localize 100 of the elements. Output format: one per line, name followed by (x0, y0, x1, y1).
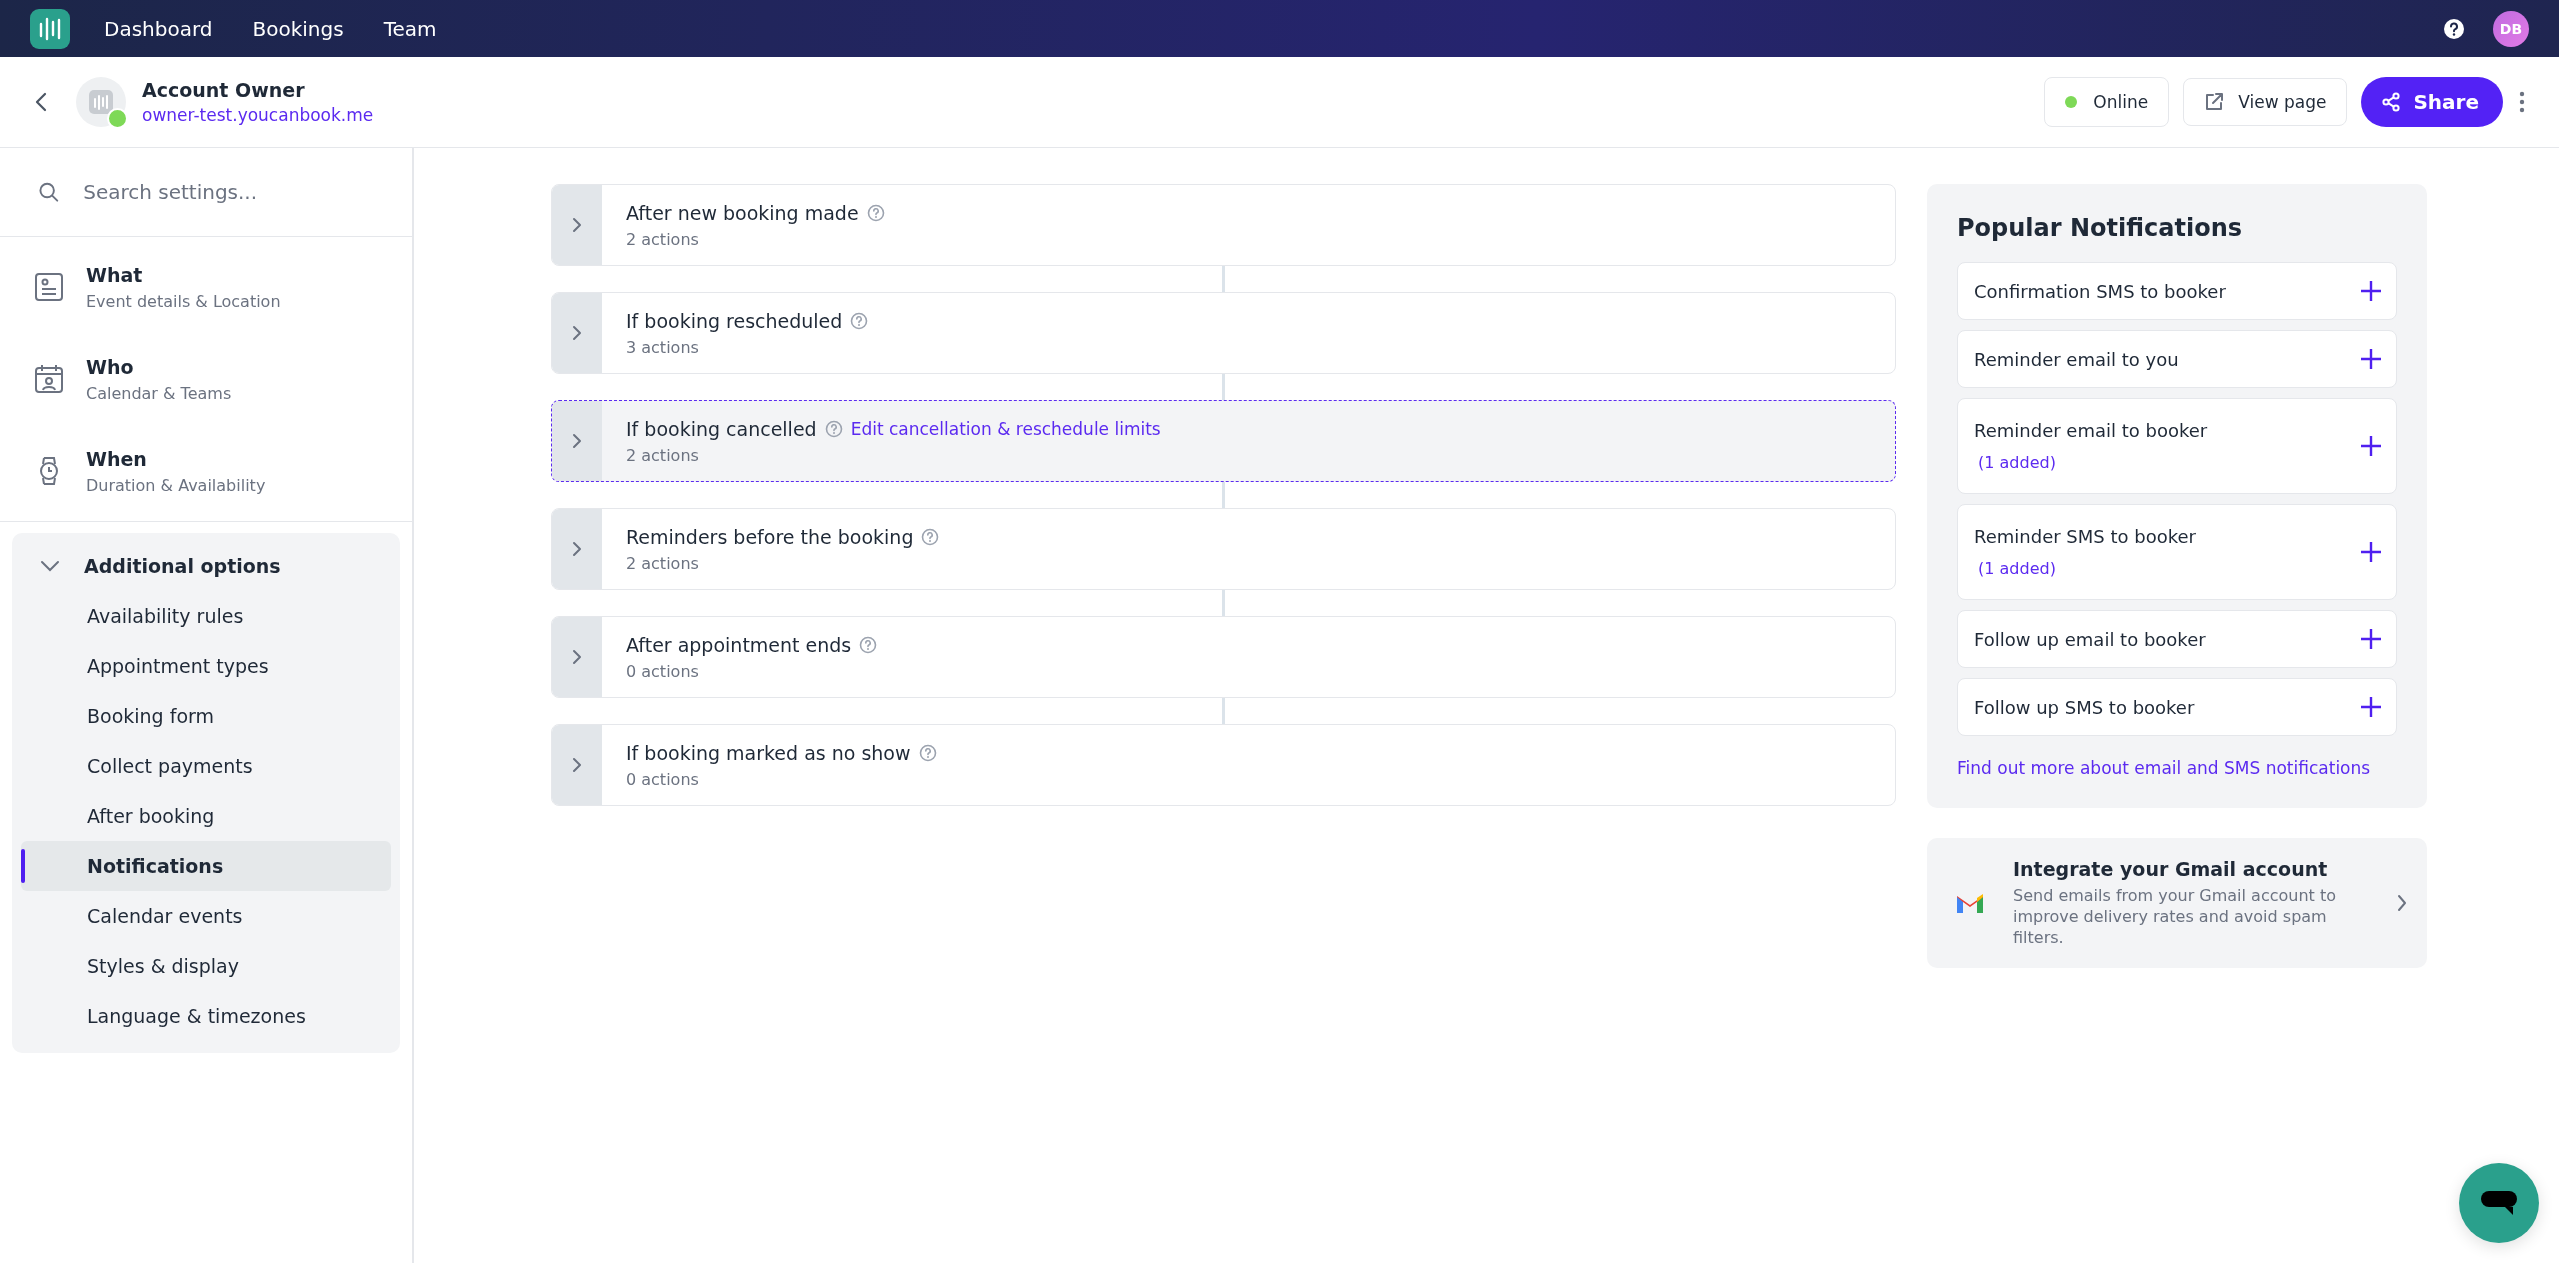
notification-option[interactable]: Follow up SMS to booker (1957, 678, 2397, 736)
page-url-link[interactable]: owner-test.youcanbook.me (142, 105, 374, 125)
help-icon (850, 311, 869, 330)
external-link-icon (2204, 92, 2225, 112)
status-label: Online (2093, 92, 2149, 112)
help-icon (2443, 17, 2465, 40)
add-icon (2360, 696, 2382, 718)
account-name: Account Owner (142, 79, 306, 101)
menu-item[interactable]: Styles & display (21, 941, 391, 991)
trigger-card[interactable]: After new booking made 2 actions (551, 184, 1896, 266)
add-icon (2360, 280, 2382, 302)
settings-section[interactable]: Who Calendar & Teams (0, 333, 412, 425)
menu-item[interactable]: Notifications (21, 841, 391, 891)
menu-item[interactable]: Calendar events (21, 891, 391, 941)
gmail-description: Send emails from your Gmail account to improve delivery rates and avoid spam filters. (2013, 886, 2337, 949)
back-icon (34, 91, 48, 113)
mail-icon (1955, 891, 1985, 916)
logo-icon[interactable] (30, 8, 70, 49)
option-label: Follow up email to booker (1974, 628, 2207, 650)
notification-option[interactable]: Reminder email to booker (1 added) (1957, 398, 2397, 494)
chevron-icon (2397, 894, 2407, 913)
trigger-card[interactable]: If booking marked as no show 0 actions (551, 724, 1896, 806)
trigger-title: Reminders before the booking (626, 525, 914, 548)
calendar-icon (34, 364, 64, 394)
notification-option[interactable]: Reminder SMS to booker (1 added) (1957, 504, 2397, 600)
nav-link[interactable]: Team (383, 16, 437, 41)
action-count: 0 actions (626, 769, 700, 789)
gmail-card[interactable]: Integrate your Gmail account Send emails from your Gmail account to improve delivery rates and avoid spam filters. (1927, 838, 2427, 969)
menu-item[interactable]: Collect payments (21, 741, 391, 791)
option-label: Follow up SMS to booker (1974, 696, 2196, 718)
document-icon (34, 272, 64, 302)
added-count: (1 added) (1977, 559, 2057, 578)
logo-icon (89, 90, 113, 114)
notification-option[interactable]: Confirmation SMS to booker (1957, 262, 2397, 320)
chevron-icon (572, 325, 582, 341)
options-heading[interactable]: Additional options (84, 555, 281, 577)
share-button[interactable]: Share (2361, 77, 2503, 127)
trigger-card[interactable]: Reminders before the booking 2 actions (551, 508, 1896, 590)
search-field[interactable]: Search settings... (81, 179, 374, 205)
section-title: Who (86, 355, 135, 378)
trigger-title: If booking marked as no show (626, 741, 911, 764)
trigger-card[interactable]: After appointment ends 0 actions (551, 616, 1896, 698)
expand-toggle[interactable] (552, 617, 602, 697)
settings-section[interactable]: When Duration & Availability (0, 425, 412, 517)
help-icon (918, 743, 937, 762)
section-subtitle: Event details & Location (86, 291, 281, 311)
menu-item[interactable]: Availability rules (21, 591, 391, 641)
add-icon (2360, 435, 2382, 457)
action-count: 2 actions (626, 553, 700, 573)
nav-link[interactable]: Bookings (252, 16, 344, 41)
panel-title: Popular Notifications (1957, 214, 2243, 242)
view-page-button[interactable]: View page (2183, 78, 2348, 126)
chevron-icon (572, 433, 582, 449)
chevron-icon (572, 217, 582, 233)
action-count: 2 actions (626, 445, 700, 465)
help-icon (866, 203, 885, 222)
gmail-title: Integrate your Gmail account (2013, 858, 2329, 880)
section-title: What (86, 263, 144, 286)
notification-option[interactable]: Follow up email to booker (1957, 610, 2397, 668)
add-icon (2360, 628, 2382, 650)
search-icon (38, 181, 60, 203)
trigger-title: If booking cancelled (626, 417, 817, 440)
nav-link[interactable]: Dashboard (104, 16, 213, 41)
expand-toggle[interactable] (552, 185, 602, 265)
chevron-icon (572, 541, 582, 557)
add-icon (2360, 541, 2382, 563)
section-subtitle: Calendar & Teams (86, 383, 232, 403)
action-count: 0 actions (626, 661, 700, 681)
more-icon (2519, 91, 2525, 113)
info-link[interactable]: Find out more about email and SMS notifications (1957, 758, 2397, 778)
trigger-title: After appointment ends (626, 633, 852, 656)
status-badge[interactable]: Online (2044, 77, 2170, 127)
option-label: Reminder email to booker (1974, 420, 2209, 441)
menu-item[interactable]: Booking form (21, 691, 391, 741)
help-icon (824, 419, 843, 438)
trigger-card[interactable]: If booking rescheduled 3 actions (551, 292, 1896, 374)
option-label: Reminder email to you (1974, 348, 2180, 370)
limits-link[interactable]: Edit cancellation & reschedule limits (850, 418, 1161, 439)
action-count: 3 actions (626, 337, 700, 357)
option-label: Confirmation SMS to booker (1974, 280, 2227, 302)
help-icon (859, 635, 878, 654)
trigger-card[interactable]: If booking cancelled Edit cancellation & reschedule limits 2 actions (551, 400, 1896, 482)
settings-section[interactable]: What Event details & Location (0, 241, 412, 333)
added-count: (1 added) (1977, 453, 2057, 472)
notification-option[interactable]: Reminder email to you (1957, 330, 2397, 388)
section-subtitle: Duration & Availability (86, 475, 266, 495)
expand-toggle[interactable] (552, 725, 602, 805)
add-icon (2360, 348, 2382, 370)
chevron-icon (572, 757, 582, 773)
expand-toggle[interactable] (552, 293, 602, 373)
expand-toggle[interactable] (552, 401, 602, 481)
share-icon (2381, 92, 2402, 112)
menu-item[interactable]: Appointment types (21, 641, 391, 691)
option-label: Reminder SMS to booker (1974, 526, 2197, 547)
section-title: When (86, 447, 148, 470)
menu-item[interactable]: Language & timezones (21, 991, 391, 1041)
trigger-title: After new booking made (626, 201, 859, 224)
expand-toggle[interactable] (552, 509, 602, 589)
chevron-icon (572, 649, 582, 665)
menu-item[interactable]: After booking (21, 791, 391, 841)
